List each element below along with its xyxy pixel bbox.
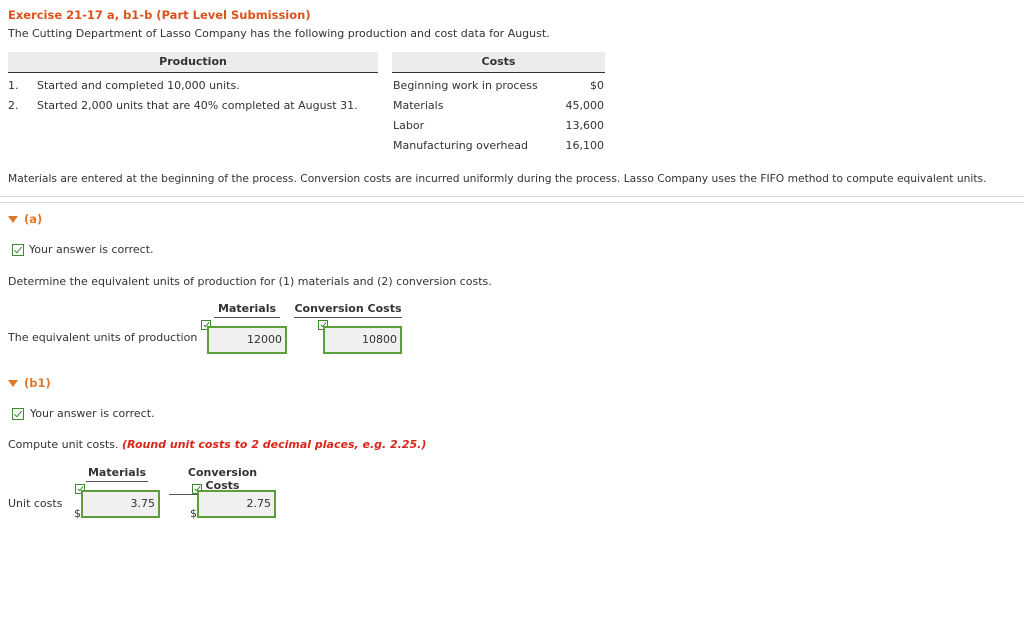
part-b1-toggle[interactable]: (b1) — [8, 376, 51, 390]
part-a-instruction: Determine the equivalent units of produc… — [8, 275, 492, 288]
section-divider — [0, 202, 1024, 203]
cost-value: 45,000 — [565, 99, 605, 112]
cost-label: Materials — [393, 99, 444, 112]
conversion-unit-cost-input[interactable]: 2.75 — [197, 490, 276, 518]
caret-down-icon — [8, 216, 18, 223]
part-b1-label: (b1) — [24, 376, 51, 390]
production-item-number: 2. — [8, 99, 19, 112]
cost-value: $0 — [590, 79, 604, 92]
production-heading-underline — [8, 72, 378, 73]
part-b1-status: Your answer is correct. — [30, 407, 155, 420]
cost-label: Beginning work in process — [393, 79, 538, 92]
part-b1-instruction: Compute unit costs. (Round unit costs to… — [8, 438, 426, 451]
materials-equivalent-units-input[interactable]: 12000 — [207, 326, 287, 354]
materials-column-header: Materials — [214, 302, 280, 318]
unit-costs-row-label: Unit costs — [8, 497, 63, 510]
part-a-toggle[interactable]: (a) — [8, 212, 42, 226]
part-a-label: (a) — [24, 212, 43, 226]
cost-value: 13,600 — [565, 119, 605, 132]
instruction-text: Compute unit costs. — [8, 438, 123, 451]
production-heading: Production — [8, 52, 378, 72]
currency-symbol: $ — [74, 507, 81, 520]
costs-heading: Costs — [392, 52, 605, 72]
currency-symbol: $ — [190, 507, 197, 520]
materials-column-header: Materials — [86, 466, 148, 482]
production-item-text: Started and completed 10,000 units. — [37, 79, 240, 92]
exercise-title: Exercise 21-17 a, b1-b (Part Level Submi… — [8, 8, 311, 22]
production-item-number: 1. — [8, 79, 19, 92]
conversion-column-header: Conversion Costs — [294, 302, 402, 318]
exercise-intro: The Cutting Department of Lasso Company … — [8, 27, 550, 40]
costs-heading-underline — [392, 72, 605, 73]
correct-check-icon — [12, 244, 24, 256]
section-divider — [0, 196, 1024, 197]
caret-down-icon — [8, 380, 18, 387]
cost-label: Labor — [393, 119, 425, 132]
cost-value: 16,100 — [565, 139, 605, 152]
materials-unit-cost-input[interactable]: 3.75 — [81, 490, 160, 518]
conversion-equivalent-units-input[interactable]: 10800 — [323, 326, 402, 354]
part-a-status: Your answer is correct. — [29, 243, 154, 256]
rounding-hint: (Round unit costs to 2 decimal places, e… — [122, 438, 427, 451]
production-item-text: Started 2,000 units that are 40% complet… — [37, 99, 358, 112]
cost-label: Manufacturing overhead — [393, 139, 528, 152]
correct-check-icon — [12, 408, 24, 420]
equivalent-units-row-label: The equivalent units of production — [8, 331, 198, 344]
method-note: Materials are entered at the beginning o… — [8, 172, 987, 185]
